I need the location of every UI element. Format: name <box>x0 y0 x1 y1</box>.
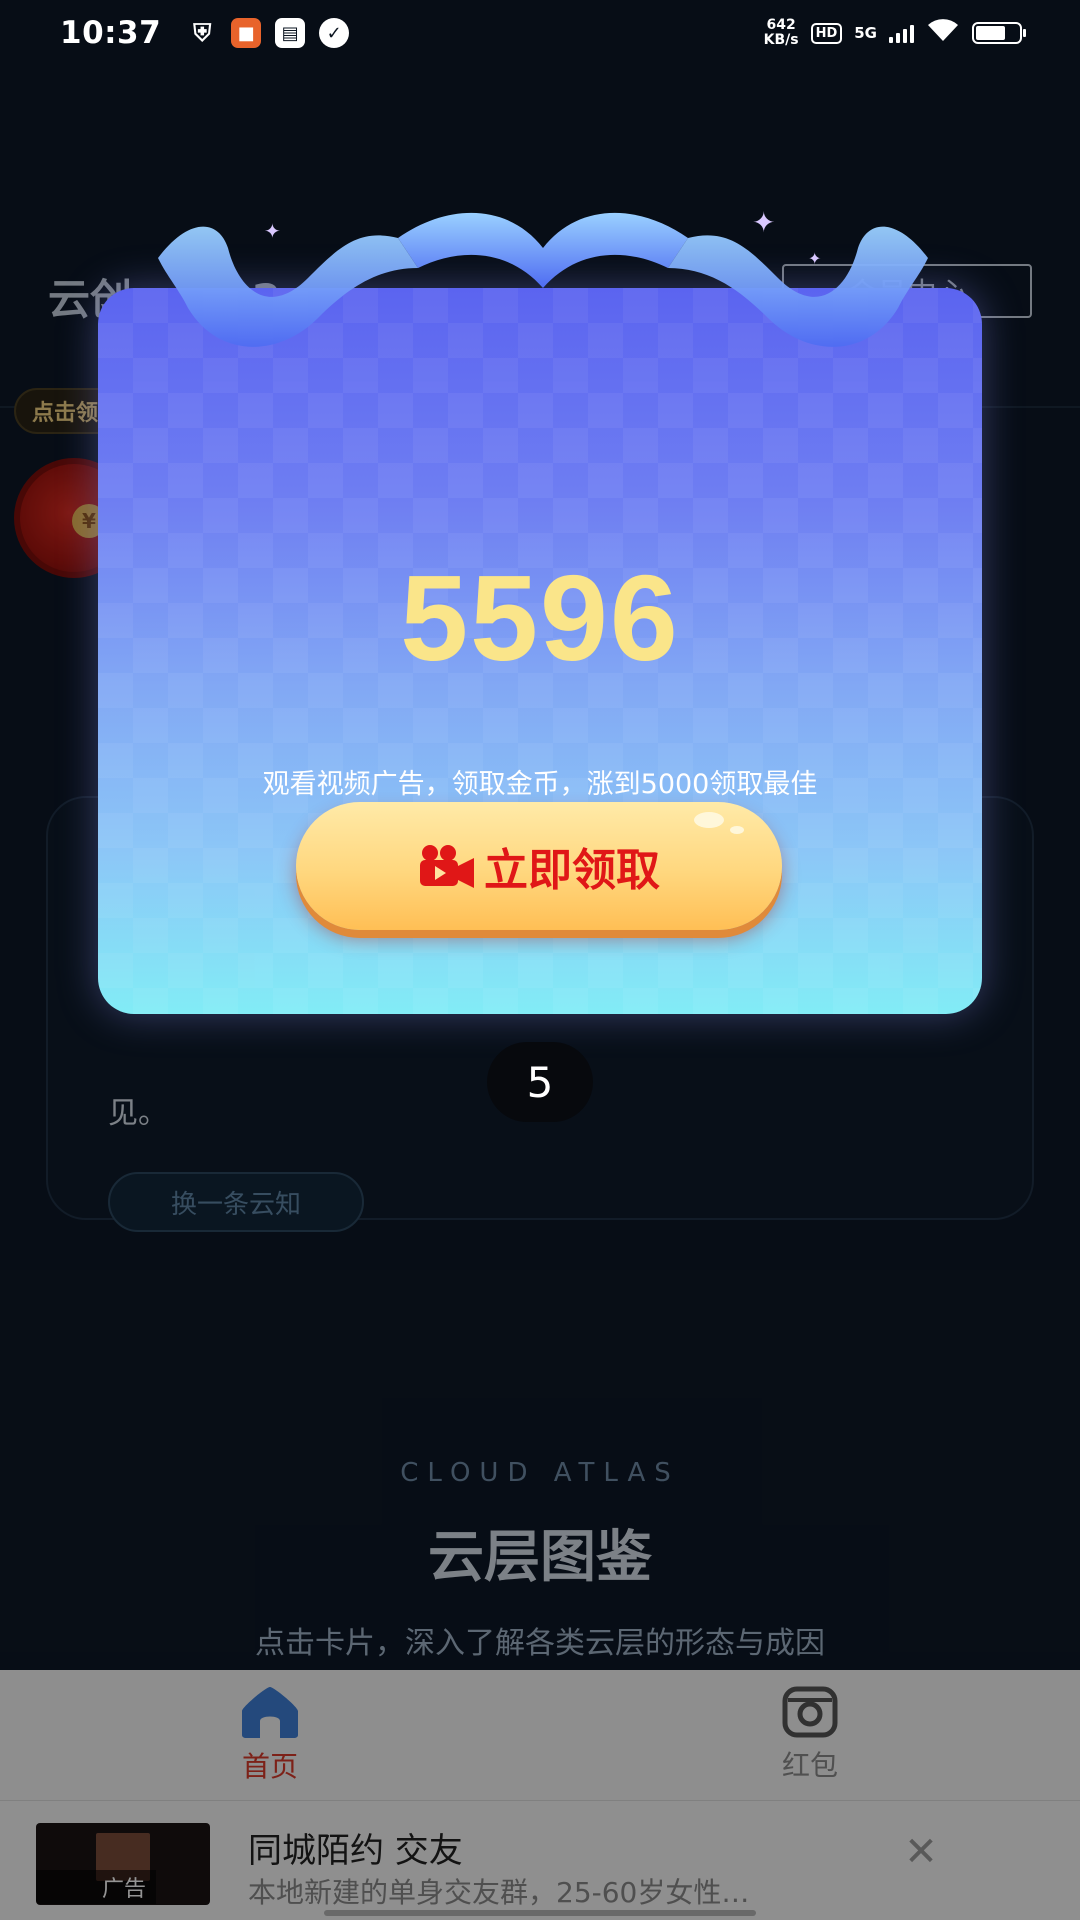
svg-text:✦: ✦ <box>808 249 821 268</box>
speed-value: 642 <box>766 17 796 33</box>
shield-icon: ⛨ <box>193 19 212 47</box>
button-shine-small <box>730 826 744 834</box>
wifi-icon <box>926 17 960 50</box>
reward-modal: 5596 观看视频广告，领取金币，涨到5000领取最佳 立即领取 <box>98 288 982 1014</box>
ribbon-decoration: ✦ ✦ ✦ <box>158 208 928 347</box>
inbox-icon: ▤ <box>275 18 306 48</box>
status-bar-right: 642 KB/s HD 5G <box>764 17 1026 50</box>
coin-amount: 5596 <box>400 550 680 686</box>
network-type: 5G <box>854 24 877 42</box>
claim-now-button[interactable]: 立即领取 <box>296 802 782 930</box>
countdown-timer: 5 <box>487 1042 593 1122</box>
reward-description: 观看视频广告，领取金币，涨到5000领取最佳 <box>262 769 818 800</box>
status-bar: 10:37 ⛨ ■ ▤ ✓ 642 KB/s HD 5G <box>0 0 1080 66</box>
button-shine <box>694 812 724 828</box>
hd-badge: HD <box>810 22 843 44</box>
claim-label: 立即领取 <box>484 845 660 896</box>
svg-text:✦: ✦ <box>752 208 775 239</box>
battery-icon <box>972 22 1026 44</box>
video-camera-icon <box>420 845 474 888</box>
signal-icon <box>889 23 914 43</box>
network-speed: 642 KB/s <box>764 18 799 48</box>
check-icon: ✓ <box>319 18 350 48</box>
status-bar-left: 10:37 ⛨ ■ ▤ ✓ <box>60 15 350 51</box>
clock: 10:37 <box>60 15 162 51</box>
app-notification-icon: ■ <box>231 18 262 48</box>
svg-text:✦: ✦ <box>264 219 281 243</box>
speed-unit: KB/s <box>763 32 799 48</box>
